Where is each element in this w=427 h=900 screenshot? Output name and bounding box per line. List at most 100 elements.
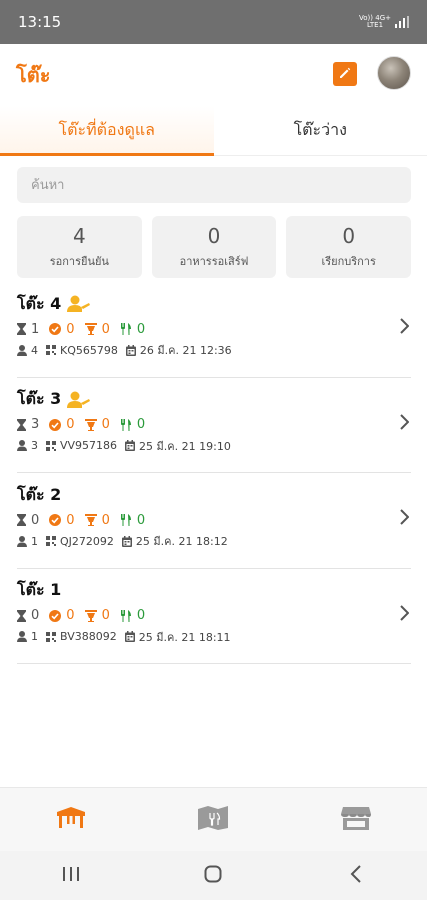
hourglass-icon <box>17 609 26 622</box>
tab-bar: โต๊ะที่ต้องดูแล โต๊ะว่าง <box>0 106 427 156</box>
table-row[interactable]: โต๊ะ 2 0 0 0 0 1 QJ272092 25 มี.ค. 21 18… <box>17 473 411 569</box>
waiter-assigned-icon <box>67 391 91 409</box>
utensils-icon <box>120 418 132 431</box>
confirmed-count: 0 <box>49 417 75 432</box>
person-icon <box>17 631 27 642</box>
service-count: 0 <box>84 417 110 432</box>
guest-count: 4 <box>17 344 38 357</box>
guest-count: 1 <box>17 535 38 548</box>
pencil-icon <box>338 65 352 84</box>
qr-code-icon <box>46 440 56 451</box>
status-bar: 13:15 Vo)) 4G+ LTE1 <box>0 0 427 44</box>
chevron-right-icon <box>399 604 410 625</box>
confirmed-count: 0 <box>49 322 75 337</box>
service-bell-icon <box>84 323 97 335</box>
served-count: 0 <box>120 608 145 623</box>
person-icon <box>17 344 27 356</box>
check-circle-icon <box>49 418 62 431</box>
order-date: 25 มี.ค. 21 18:11 <box>124 628 231 646</box>
service-bell-icon <box>84 609 97 622</box>
check-circle-icon <box>49 514 62 526</box>
back-button[interactable] <box>285 851 427 900</box>
person-icon <box>17 535 27 547</box>
status-time: 13:15 <box>18 13 62 31</box>
nav-tables[interactable] <box>0 788 142 851</box>
stat-label: เรียกบริการ <box>321 255 376 268</box>
signal-icon <box>395 13 409 32</box>
confirmed-count: 0 <box>49 513 75 528</box>
check-circle-icon <box>49 323 62 335</box>
person-icon <box>17 440 27 451</box>
stat-label: รอการยืนยัน <box>49 255 109 268</box>
home-icon <box>204 865 222 887</box>
stat-pending-confirm[interactable]: 4 รอการยืนยัน <box>17 216 142 278</box>
tab-my-tables[interactable]: โต๊ะที่ต้องดูแล <box>0 106 214 156</box>
utensils-icon <box>120 514 132 526</box>
service-bell-icon <box>84 514 97 526</box>
system-indicators: Vo)) 4G+ LTE1 <box>359 13 409 32</box>
waiting-count: 0 <box>17 608 39 623</box>
service-count: 0 <box>84 513 110 528</box>
app-bar: โต๊ะ <box>0 44 427 106</box>
served-count: 0 <box>120 322 145 337</box>
hourglass-icon <box>17 418 26 431</box>
served-count: 0 <box>120 513 145 528</box>
order-code: KQ565798 <box>46 344 118 357</box>
calendar-icon <box>125 440 136 451</box>
table-name: โต๊ะ 3 <box>17 389 62 408</box>
service-count: 0 <box>84 322 110 337</box>
guest-count: 3 <box>17 439 38 452</box>
table-name: โต๊ะ 2 <box>17 484 62 504</box>
order-date: 25 มี.ค. 21 19:10 <box>125 437 231 455</box>
back-icon <box>350 864 362 887</box>
service-count: 0 <box>84 608 110 623</box>
check-circle-icon <box>49 609 62 622</box>
home-button[interactable] <box>142 851 284 900</box>
calendar-icon <box>125 344 136 356</box>
avatar[interactable] <box>377 56 411 90</box>
table-name: โต๊ะ 4 <box>17 293 62 313</box>
stat-value: 0 <box>207 224 221 248</box>
qr-code-icon <box>46 536 56 546</box>
order-date: 26 มี.ค. 21 12:36 <box>125 341 232 359</box>
utensils-icon <box>120 609 132 622</box>
edit-button[interactable] <box>333 62 357 86</box>
stat-call-service[interactable]: 0 เรียกบริการ <box>286 216 412 278</box>
table-row[interactable]: โต๊ะ 4 1 0 0 0 4 KQ565798 26 มี.ค. 21 12… <box>17 282 411 378</box>
qr-code-icon <box>46 631 56 642</box>
guest-count: 1 <box>17 630 38 643</box>
order-code: VV957186 <box>46 439 117 452</box>
network-indicator: Vo)) 4G+ LTE1 <box>359 14 391 29</box>
tab-free-tables[interactable]: โต๊ะว่าง <box>214 106 427 155</box>
utensils-icon <box>120 323 132 335</box>
stat-value: 4 <box>72 224 86 248</box>
chevron-right-icon <box>399 509 410 529</box>
table-row[interactable]: โต๊ะ 3 3 0 0 0 3 VV957186 25 มี.ค. 21 19… <box>17 378 411 473</box>
waiter-assigned-icon <box>67 295 91 313</box>
served-count: 0 <box>120 417 145 432</box>
chevron-right-icon <box>399 318 410 338</box>
hourglass-icon <box>17 514 26 526</box>
nav-menu[interactable] <box>142 788 284 851</box>
stats-row: 4 รอการยืนยัน 0 อาหารรอเสิร์ฟ 0 เรียกบริ… <box>17 216 412 278</box>
stat-food-waiting[interactable]: 0 อาหารรอเสิร์ฟ <box>151 216 277 278</box>
hourglass-icon <box>17 323 26 335</box>
table-name: โต๊ะ 1 <box>17 580 62 599</box>
chevron-right-icon <box>399 413 410 434</box>
stat-value: 0 <box>342 224 356 248</box>
search-input[interactable] <box>17 167 411 203</box>
service-bell-icon <box>84 418 97 431</box>
recent-apps-button[interactable] <box>0 851 142 900</box>
qr-code-icon <box>46 345 56 355</box>
store-icon <box>340 805 372 835</box>
bottom-nav <box>0 787 427 851</box>
order-code: QJ272092 <box>46 535 114 548</box>
order-code: BV388092 <box>46 630 117 643</box>
confirmed-count: 0 <box>49 608 75 623</box>
waiting-count: 3 <box>17 417 39 432</box>
page-title: โต๊ะ <box>16 63 51 87</box>
table-row[interactable]: โต๊ะ 1 0 0 0 0 1 BV388092 25 มี.ค. 21 18… <box>17 569 411 664</box>
table-icon <box>55 806 87 834</box>
system-nav-bar <box>0 851 427 900</box>
nav-store[interactable] <box>285 788 427 851</box>
